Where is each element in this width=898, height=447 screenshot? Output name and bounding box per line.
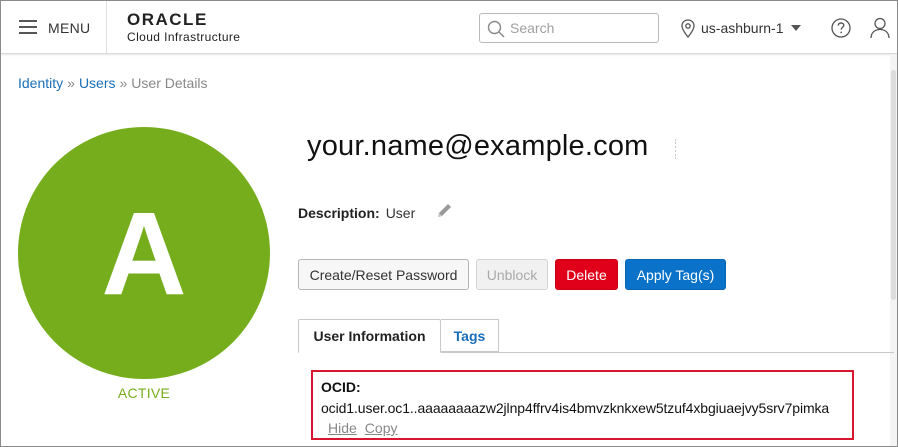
pencil-icon[interactable] [436,202,453,219]
copy-ocid-link[interactable]: Copy [365,420,398,436]
chevron-down-icon [790,25,801,31]
avatar: A [18,127,270,379]
user-icon[interactable] [870,17,890,39]
page-title: your.name@example.com [307,130,649,162]
logo-title: ORACLE [127,10,208,29]
tab-tags[interactable]: Tags [441,319,499,352]
breadcrumb-current: User Details [131,75,208,91]
scrollbar-thumb[interactable] [891,70,896,300]
menu-label: MENU [48,20,91,36]
description-value: User [385,205,416,221]
logo-subtitle: Cloud Infrastructure [127,30,241,44]
region-label: us-ashburn-1 [701,20,784,36]
ocid-highlight-box: OCID: ocid1.user.oc1..aaaaaaaazw2jlnp4ff… [311,370,854,440]
description: Description: User [298,205,415,221]
hide-ocid-link[interactable]: Hide [328,420,357,436]
help-icon[interactable] [831,18,851,38]
title-redaction [676,125,821,169]
top-bar: MENU ORACLE Cloud Infrastructure us-ashb… [1,1,897,54]
status-label: ACTIVE [117,385,171,401]
search-icon [487,20,505,38]
delete-button[interactable]: Delete [555,259,618,290]
console-window: MENU ORACLE Cloud Infrastructure us-ashb… [0,0,898,447]
avatar-letter: A [101,188,187,320]
page-title-container: your.name@example.com [303,125,672,179]
scrollbar[interactable] [890,55,897,446]
create-reset-password-button[interactable]: Create/Reset Password [298,259,469,290]
region-selector[interactable]: us-ashburn-1 [681,16,801,40]
breadcrumb-users[interactable]: Users [79,75,116,91]
breadcrumb-identity[interactable]: Identity [18,75,63,91]
location-pin-icon [681,18,695,38]
ocid-actions: Hide Copy [328,420,405,436]
unblock-button[interactable]: Unblock [476,259,548,290]
oracle-logo[interactable]: ORACLE Cloud Infrastructure [127,11,240,44]
menu-button[interactable]: MENU [1,1,107,54]
ocid-value: ocid1.user.oc1..aaaaaaaazw2jlnp4ffrv4is4… [321,400,830,416]
search-box[interactable] [479,13,659,43]
apply-tags-button[interactable]: Apply Tag(s) [625,259,726,290]
ocid-label: OCID: [321,379,361,395]
breadcrumb: Identity» Users» User Details [18,75,208,91]
tab-user-information[interactable]: User Information [298,319,441,353]
search-input[interactable] [510,19,650,37]
description-label: Description: [298,205,380,221]
breadcrumb-separator: » [119,75,128,91]
hamburger-icon [19,20,37,34]
breadcrumb-separator: » [67,75,75,91]
